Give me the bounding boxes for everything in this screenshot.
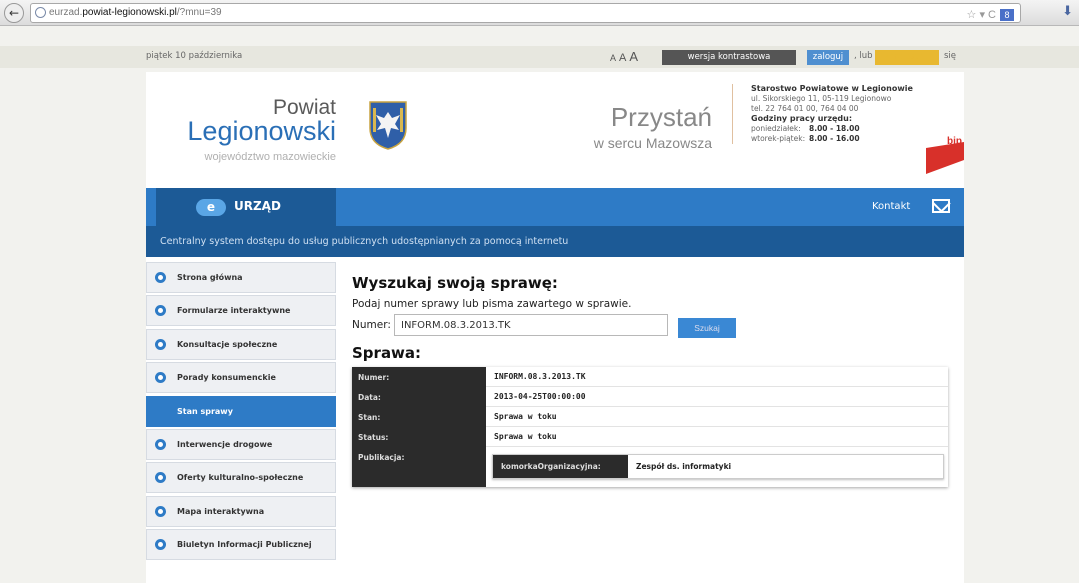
sidebar-item-formularze[interactable]: Formularze interaktywne (146, 295, 336, 327)
publication-key: komorkaOrganizacyjna: (493, 455, 628, 478)
bullet-icon (155, 305, 166, 317)
sidebar-item-mapa[interactable]: Mapa interaktywna (146, 495, 336, 527)
search-title: Wyszukaj swoją sprawę: (352, 274, 558, 292)
bip-label: bip (947, 136, 962, 147)
url-domain: powiat-legionowski.pl (82, 7, 177, 18)
office-hours-title: Godziny pracy urzędu: (751, 114, 853, 123)
utility-bar: piątek 10 października AAA wersja kontra… (0, 46, 1079, 68)
mail-icon[interactable] (932, 199, 950, 213)
sidebar-item-biuletyn[interactable]: Biuletyn Informacji Publicznej (146, 529, 336, 561)
sidebar-item-label: Strona główna (177, 273, 243, 282)
bullet-icon (155, 539, 166, 551)
bullet-icon (155, 338, 166, 350)
e-logo-icon: e (196, 199, 226, 216)
sidebar-item-label: Formularze interaktywne (177, 306, 291, 316)
contact-link[interactable]: Kontakt (872, 201, 910, 212)
case-row-stan: Stan: Sprawa w toku (352, 407, 948, 427)
font-size-large[interactable]: A (629, 49, 638, 64)
search-engine-icon[interactable]: 8 (1000, 9, 1014, 22)
urzad-tab[interactable]: e URZĄD (156, 188, 336, 226)
publication-box: komorkaOrganizacyjna: Zespół ds. informa… (492, 454, 944, 479)
sidebar-item-porady[interactable]: Porady konsumenckie (146, 362, 336, 394)
download-icon[interactable]: ⬇ (1062, 4, 1073, 19)
sidebar-item-oferty[interactable]: Oferty kulturalno-społeczne (146, 462, 336, 494)
contact-info: Starostwo Powiatowe w Legionowie ul. Sik… (732, 84, 936, 144)
office-hours-row: wtorek-piątek: 8.00 - 16.00 (751, 134, 860, 143)
sidebar-item-label: Biuletyn Informacji Publicznej (177, 540, 312, 550)
font-size-medium[interactable]: A (619, 52, 626, 64)
address-bar[interactable]: eurzad.powiat-legionowski.pl/?mnu=39 ☆ ▾… (30, 3, 1021, 23)
search-button[interactable]: Szukaj (678, 318, 736, 338)
reload-icon[interactable]: ☆ ▾ C (967, 9, 996, 21)
site-header: Powiat Legionowski województwo mazowieck… (146, 72, 964, 188)
login-button[interactable]: zaloguj (807, 50, 849, 65)
sidebar-item-strona-glowna[interactable]: Strona główna (146, 262, 336, 293)
sidebar-item-interwencje[interactable]: Interwencje drogowe (146, 428, 336, 460)
bullet-icon (155, 372, 166, 384)
office-phone: tel. 22 764 01 00, 764 04 00 (751, 104, 859, 113)
globe-icon (35, 7, 46, 18)
sidebar-item-label: Oferty kulturalno-społeczne (177, 473, 304, 483)
login-separator: , lub (854, 51, 873, 61)
font-size-small[interactable]: A (610, 53, 616, 63)
coat-of-arms-icon (369, 101, 407, 150)
office-hours-row: poniedziałek: 8.00 - 18.00 (751, 124, 860, 133)
bullet-icon (155, 472, 166, 484)
logo-legionowski[interactable]: Legionowski (146, 116, 336, 147)
main-nav: e URZĄD Kontakt (146, 188, 964, 226)
subtitle-band: Centralny system dostępu do usług public… (146, 226, 964, 257)
sidebar-item-label: Interwencje drogowe (177, 439, 273, 449)
url-path: /?mnu=39 (176, 7, 222, 18)
back-button[interactable]: ← (4, 3, 24, 23)
numer-label: Numer: (352, 319, 391, 331)
case-row-numer: Numer: INFORM.08.3.2013.TK (352, 367, 948, 387)
system-subtitle: Centralny system dostępu do usług public… (160, 236, 569, 247)
case-row-data: Data: 2013-04-25T00:00:00 (352, 387, 948, 407)
register-button[interactable]: zarejestruj (875, 50, 939, 65)
slogan-w-sercu: w sercu Mazowsza (593, 135, 712, 151)
bullet-icon (155, 505, 166, 517)
case-details-table: Numer: INFORM.08.3.2013.TK Data: 2013-04-2… (352, 367, 948, 487)
sidebar-item-label: Konsultacje społeczne (177, 339, 278, 349)
contrast-version-button[interactable]: wersja kontrastowa (662, 50, 796, 65)
sidebar-item-label: Mapa interaktywna (177, 506, 265, 516)
office-name: Starostwo Powiatowe w Legionowie (751, 84, 913, 93)
bip-logo-icon[interactable]: bip (926, 134, 964, 174)
logo-wojewodztwo: województwo mazowieckie (204, 151, 336, 163)
url-prefix: eurzad. (49, 7, 83, 18)
case-number-input[interactable] (394, 314, 668, 336)
sidebar-item-konsultacje[interactable]: Konsultacje społeczne (146, 328, 336, 360)
sidebar-item-label: Stan sprawy (177, 406, 233, 416)
sidebar: Strona główna Formularze interaktywne Ko… (146, 262, 336, 563)
current-date: piątek 10 października (146, 51, 243, 61)
search-description: Podaj numer sprawy lub pisma zawartego w… (352, 298, 632, 310)
sidebar-item-stan-sprawy[interactable]: Stan sprawy (146, 395, 336, 427)
bullet-icon (155, 438, 166, 450)
case-title: Sprawa: (352, 344, 422, 362)
register-suffix: się (944, 51, 957, 61)
publication-value: Zespół ds. informatyki (636, 462, 732, 471)
font-size-switcher: AAA (610, 48, 641, 66)
sidebar-item-label: Porady konsumenckie (177, 373, 276, 383)
main-area: Strona główna Formularze interaktywne Ko… (146, 257, 964, 583)
office-address: ul. Sikorskiego 11, 05-119 Legionowo (751, 94, 892, 103)
bullet-icon (155, 272, 166, 283)
urzad-label: URZĄD (234, 199, 281, 213)
url-tools: ☆ ▾ C 8 (967, 6, 1014, 24)
case-row-status: Status: Sprawa w toku (352, 427, 948, 447)
slogan-przystan: Przystań (610, 102, 712, 132)
browser-toolbar: ← eurzad.powiat-legionowski.pl/?mnu=39 ☆… (0, 0, 1079, 26)
